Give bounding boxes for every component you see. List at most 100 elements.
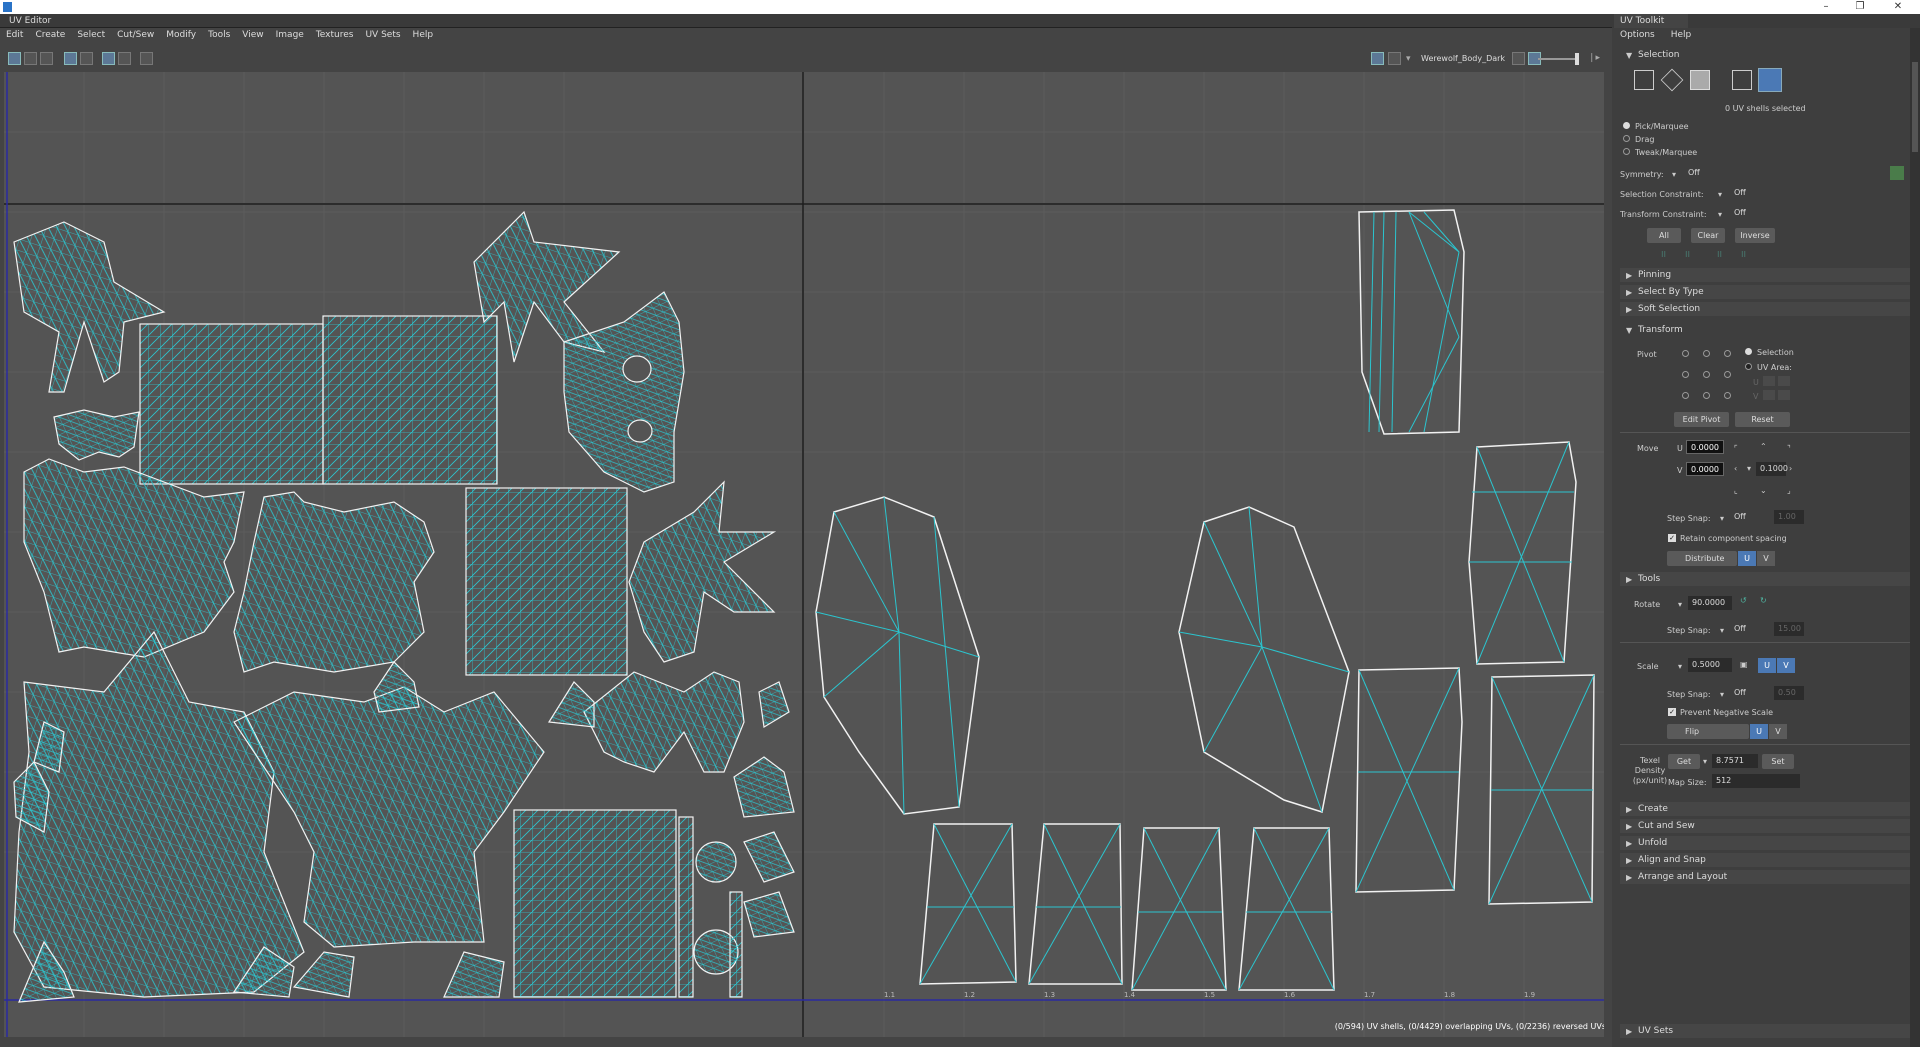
menu-help[interactable]: Help <box>407 28 440 44</box>
selection-constraint-arrow[interactable]: ▾ <box>1718 190 1722 199</box>
step-snap-scale-field[interactable]: 0.50 <box>1774 686 1804 700</box>
step-snap-rotate-arrow[interactable]: ▾ <box>1720 626 1724 635</box>
texel-arrow[interactable]: ▾ <box>1703 757 1707 766</box>
camera-icon[interactable] <box>40 52 53 65</box>
grow-selection-icon[interactable]: ⁝⁝ <box>1661 250 1666 259</box>
symmetry-dropdown-arrow[interactable]: ▾ <box>1672 170 1676 179</box>
pivot-radio-bc[interactable] <box>1703 392 1710 399</box>
menu-toolkit-help[interactable]: Help <box>1663 28 1700 44</box>
section-create[interactable]: ▶ Create <box>1620 802 1910 816</box>
section-unfold[interactable]: ▶ Unfold <box>1620 836 1910 850</box>
texel-get-button[interactable]: Get <box>1668 754 1700 769</box>
menu-uv-sets[interactable]: UV Sets <box>359 28 406 44</box>
uv-viewport[interactable]: 1.1 1.2 1.3 1.4 1.5 1.6 1.7 1.8 1.9 (0/5… <box>4 72 1612 1037</box>
uv-shell-select-icon[interactable] <box>1758 68 1782 92</box>
restore-button[interactable]: ❐ <box>1842 0 1878 14</box>
toolkit-scrollbar-thumb[interactable] <box>1912 62 1918 152</box>
toolbar-expand-icon[interactable]: ❘▸ <box>1588 53 1600 63</box>
rotate-ccw-icon[interactable]: ↺ <box>1740 596 1747 605</box>
move-up-right-icon[interactable]: ⌝ <box>1787 444 1791 453</box>
pivot-u-field-1[interactable] <box>1763 376 1775 386</box>
scale-v-toggle[interactable]: V <box>1777 658 1795 673</box>
distribute-button[interactable]: Distribute <box>1667 551 1737 566</box>
section-tools[interactable]: ▶ Tools <box>1620 572 1910 586</box>
step-snap-move-dropdown[interactable]: Off <box>1730 510 1770 524</box>
rotate-field[interactable]: 90.0000 <box>1688 596 1732 610</box>
face-select-icon[interactable] <box>1690 70 1710 90</box>
menu-tools[interactable]: Tools <box>202 28 236 44</box>
snapshot-icon[interactable] <box>140 52 153 65</box>
step-snap-rotate-field[interactable]: 15.00 <box>1774 622 1804 636</box>
distribute-v-toggle[interactable]: V <box>1757 551 1775 566</box>
select-clear-button[interactable]: Clear <box>1691 228 1725 243</box>
chevron-down-icon[interactable]: ▾ <box>1406 54 1411 64</box>
drag-radio[interactable] <box>1623 135 1630 142</box>
step-snap-scale-arrow[interactable]: ▾ <box>1720 690 1724 699</box>
map-size-field[interactable]: 512 <box>1712 774 1800 788</box>
menu-view[interactable]: View <box>236 28 269 44</box>
distortion-icon[interactable] <box>118 52 131 65</box>
scale-u-toggle[interactable]: U <box>1758 658 1776 673</box>
menu-select[interactable]: Select <box>71 28 111 44</box>
menu-options[interactable]: Options <box>1612 28 1663 44</box>
pivot-v-field-2[interactable] <box>1778 390 1790 400</box>
select-shell-icon[interactable] <box>24 52 37 65</box>
reset-pivot-button[interactable]: Reset <box>1735 412 1790 427</box>
shrink-loop-icon[interactable]: ⁝⁝ <box>1741 250 1746 259</box>
flip-button[interactable]: Flip <box>1667 724 1749 739</box>
section-align-and-snap[interactable]: ▶ Align and Snap <box>1620 853 1910 867</box>
shrink-selection-icon[interactable]: ⁝⁝ <box>1685 250 1690 259</box>
transform-constraint-dropdown[interactable]: Off <box>1730 206 1900 220</box>
section-selection[interactable]: ▼ Selection <box>1620 48 1910 62</box>
pivot-radio-br[interactable] <box>1724 392 1731 399</box>
section-arrange-and-layout[interactable]: ▶ Arrange and Layout <box>1620 870 1910 884</box>
grow-loop-icon[interactable]: ⁝⁝ <box>1717 250 1722 259</box>
move-step-field[interactable]: 0.1000 <box>1756 462 1788 476</box>
tweak-marquee-radio[interactable] <box>1623 148 1630 155</box>
prevent-negative-scale-checkbox[interactable]: ✓ <box>1668 708 1676 716</box>
exposure-slider-knob[interactable] <box>1575 53 1579 65</box>
flip-u-toggle[interactable]: U <box>1750 724 1768 739</box>
step-snap-move-arrow[interactable]: ▾ <box>1720 514 1724 523</box>
menu-modify[interactable]: Modify <box>160 28 202 44</box>
menu-cut-sew[interactable]: Cut/Sew <box>111 28 160 44</box>
pivot-radio-tc[interactable] <box>1703 350 1710 357</box>
step-snap-scale-dropdown[interactable]: Off <box>1730 686 1770 700</box>
distribute-u-toggle[interactable]: U <box>1738 551 1756 566</box>
pivot-radio-mc[interactable] <box>1703 371 1710 378</box>
vertex-select-icon[interactable] <box>1634 70 1654 90</box>
menu-edit[interactable]: Edit <box>0 28 29 44</box>
move-down-right-icon[interactable]: ⌟ <box>1787 486 1791 495</box>
toolkit-scrollbar[interactable] <box>1910 28 1920 1047</box>
pivot-radio-mr[interactable] <box>1724 371 1731 378</box>
flip-v-toggle[interactable]: V <box>1769 724 1787 739</box>
move-step-arrow[interactable]: ▾ <box>1747 464 1751 473</box>
section-select-by-type[interactable]: ▶ Select By Type <box>1620 285 1910 299</box>
move-left-icon[interactable]: ‹ <box>1734 464 1737 473</box>
rotate-cw-icon[interactable]: ↻ <box>1760 596 1767 605</box>
texel-density-field[interactable]: 8.7571 <box>1712 754 1758 768</box>
transform-constraint-arrow[interactable]: ▾ <box>1718 210 1722 219</box>
dim-image-icon[interactable] <box>80 52 93 65</box>
step-snap-rotate-dropdown[interactable]: Off <box>1730 622 1770 636</box>
move-up-left-icon[interactable]: ⌜ <box>1734 444 1738 453</box>
pick-marquee-radio[interactable] <box>1623 122 1630 129</box>
pivot-v-field-1[interactable] <box>1763 390 1775 400</box>
pivot-radio-bl[interactable] <box>1682 392 1689 399</box>
menu-textures[interactable]: Textures <box>310 28 360 44</box>
section-soft-selection[interactable]: ▶ Soft Selection <box>1620 302 1910 316</box>
pivot-selection-radio[interactable] <box>1745 348 1752 355</box>
move-right-icon[interactable]: › <box>1789 464 1792 473</box>
move-up-icon[interactable]: ⌃ <box>1760 442 1767 451</box>
edit-pivot-button[interactable]: Edit Pivot <box>1674 412 1729 427</box>
rotate-arrow[interactable]: ▾ <box>1678 600 1682 609</box>
display-image-icon[interactable] <box>64 52 77 65</box>
pivot-radio-tl[interactable] <box>1682 350 1689 357</box>
pivot-uv-area-radio[interactable] <box>1745 363 1752 370</box>
close-button[interactable]: ✕ <box>1880 0 1916 14</box>
move-down-left-icon[interactable]: ⌞ <box>1734 486 1738 495</box>
retain-spacing-checkbox[interactable]: ✓ <box>1668 534 1676 542</box>
menu-create[interactable]: Create <box>29 28 71 44</box>
toolkit-tab[interactable]: UV Toolkit <box>1614 14 1688 28</box>
texture-display-icon[interactable] <box>1371 52 1384 65</box>
